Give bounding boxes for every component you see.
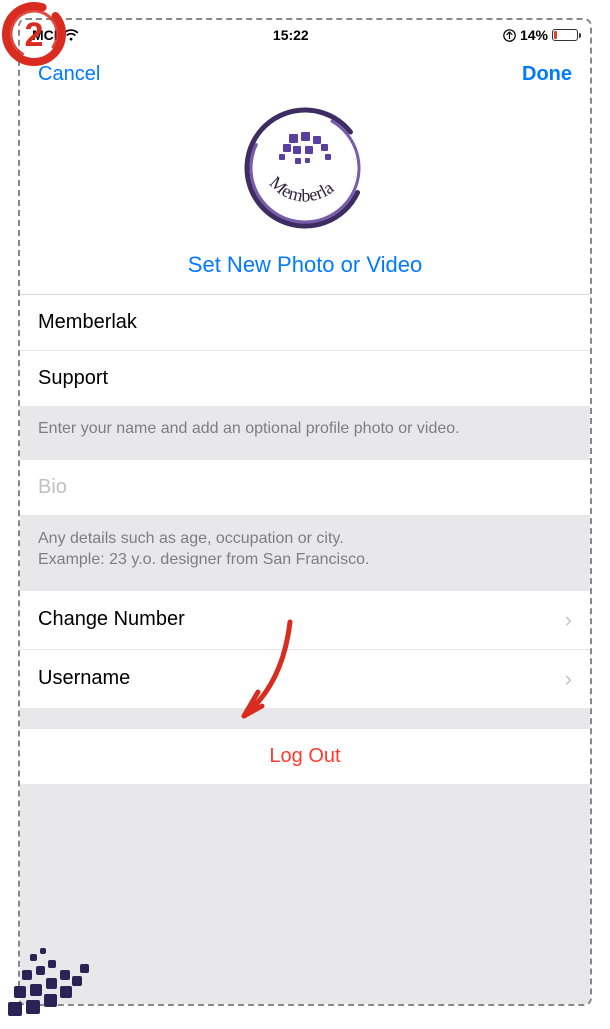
clock-label: 15:22 [273,27,309,43]
change-number-row[interactable]: Change Number › [20,591,590,650]
first-name-input[interactable] [38,311,572,334]
bio-row[interactable] [20,460,590,516]
bio-hint: Any details such as age, occupation or c… [20,516,590,591]
last-name-input[interactable] [38,367,572,390]
avatar-section: Memberlak Set New Photo or Video [20,98,590,295]
chevron-right-icon: › [565,607,572,633]
change-number-label: Change Number [38,608,185,631]
battery-icon [552,29,578,41]
step-number-badge: 2 [0,0,68,68]
name-hint: Enter your name and add an optional prof… [20,406,590,460]
phone-screen: MCI 15:22 14% Cancel Done [20,20,590,1004]
chevron-right-icon: › [565,666,572,692]
status-bar: MCI 15:22 14% [20,20,590,50]
name-group [20,295,590,406]
step-number-text: 2 [25,16,44,54]
memberlak-corner-logo-icon [0,904,120,1024]
set-new-photo-button[interactable]: Set New Photo or Video [188,252,422,278]
logout-button[interactable]: Log Out [20,728,590,785]
bio-input[interactable] [38,476,572,499]
avatar[interactable]: Memberlak [235,98,375,238]
done-button[interactable]: Done [522,63,572,86]
first-name-row[interactable] [20,295,590,351]
username-label: Username [38,667,130,690]
battery-percent-label: 14% [520,27,548,43]
username-row[interactable]: Username › [20,650,590,708]
upload-icon [503,29,516,42]
nav-header: Cancel Done [20,50,590,98]
last-name-row[interactable] [20,351,590,406]
